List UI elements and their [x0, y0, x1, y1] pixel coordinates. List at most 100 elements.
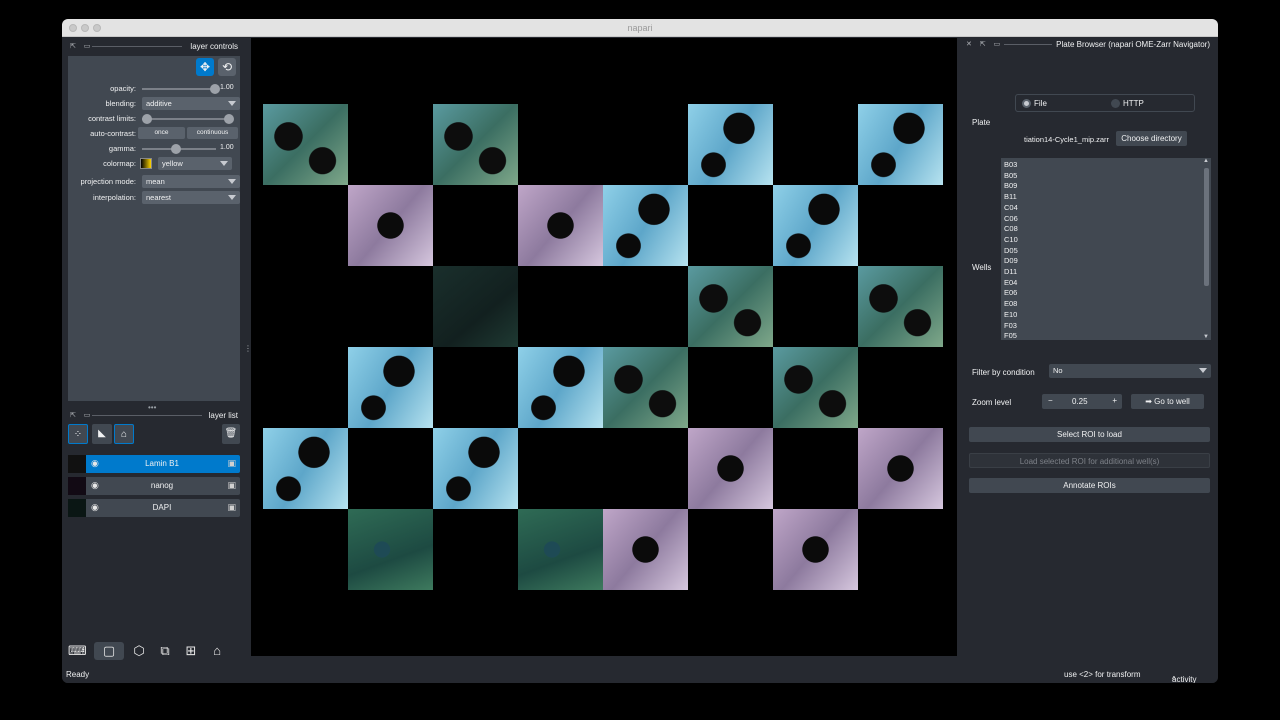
well-image-tile [518, 185, 603, 266]
layer-thumbnail [68, 477, 86, 495]
grid-view-button[interactable]: ⊞ [182, 642, 200, 660]
blending-select[interactable]: additive [142, 97, 240, 110]
opacity-slider[interactable] [142, 84, 220, 94]
wells-scrollbar[interactable]: ▲ ▼ [1203, 158, 1210, 340]
well-image-tile [773, 509, 858, 590]
home-button[interactable]: ⌂ [208, 642, 226, 660]
projection-mode-select[interactable]: mean [142, 175, 240, 188]
layer-item[interactable]: ◉ Lamin B1 ▣ [68, 455, 240, 473]
auto-contrast-continuous-button[interactable]: continuous [187, 127, 238, 139]
well-item[interactable]: F03 [1004, 321, 1017, 330]
zoom-plus-icon[interactable]: + [1112, 396, 1117, 405]
well-item[interactable]: B09 [1004, 181, 1017, 190]
well-item[interactable]: E08 [1004, 299, 1017, 308]
well-image-tile [263, 104, 348, 185]
dock-float-icon[interactable]: ⇱ ▭ [70, 42, 93, 50]
contrast-limits-label: contrast limits: [88, 114, 136, 123]
square-2d-icon: ▢ [102, 643, 116, 658]
well-item[interactable]: E06 [1004, 288, 1017, 297]
auto-contrast-once-button[interactable]: once [138, 127, 185, 139]
dock-drag-handle[interactable] [92, 415, 202, 416]
dock-float-icon[interactable]: ⇱ ▭ [70, 411, 93, 419]
scroll-down-icon[interactable]: ▼ [1203, 334, 1209, 340]
well-item[interactable]: F05 [1004, 331, 1017, 340]
visibility-eye-icon[interactable]: ◉ [91, 458, 99, 469]
well-item[interactable]: D05 [1004, 246, 1018, 255]
annotate-rois-button[interactable]: Annotate ROIs [969, 478, 1210, 493]
new-points-layer-button[interactable]: ⁘ [68, 424, 88, 444]
well-item[interactable]: B11 [1004, 192, 1017, 201]
select-roi-button[interactable]: Select ROI to load [969, 427, 1210, 442]
gamma-slider-handle[interactable] [171, 144, 181, 154]
well-item[interactable]: D11 [1004, 267, 1017, 276]
roll-dims-button[interactable]: ⬡ [130, 642, 148, 660]
well-item[interactable]: E10 [1004, 310, 1017, 319]
load-selected-roi-button[interactable]: Load selected ROI for additional well(s) [969, 453, 1210, 468]
zoom-spinbox[interactable]: − 0.25 + [1042, 394, 1122, 409]
layer-list-title: layer list [208, 411, 238, 420]
tag-icon: ⌂ [120, 429, 128, 440]
http-radio[interactable] [1111, 99, 1120, 108]
gamma-slider[interactable] [142, 144, 216, 154]
console-button[interactable]: ⌨ [68, 642, 87, 660]
well-item[interactable]: E04 [1004, 278, 1017, 287]
opacity-slider-handle[interactable] [210, 84, 220, 94]
choose-directory-button[interactable]: Choose directory [1116, 131, 1187, 146]
layer-item[interactable]: ◉ DAPI ▣ [68, 499, 240, 517]
new-labels-layer-button[interactable]: ⌂ [114, 424, 134, 444]
well-image-tile [348, 185, 433, 266]
well-item[interactable]: B05 [1004, 171, 1017, 180]
dock-drag-handle[interactable] [92, 46, 182, 47]
well-item[interactable]: B03 [1004, 160, 1017, 169]
layer-name: Lamin B1 [145, 459, 179, 468]
contrast-low-handle[interactable] [142, 114, 152, 124]
chevron-down-icon [228, 195, 236, 200]
image-canvas[interactable] [251, 38, 957, 656]
layer-item[interactable]: ◉ nanog ▣ [68, 477, 240, 495]
well-image-tile [858, 104, 943, 185]
window-title: napari [627, 23, 653, 33]
image-layer-icon: ▣ [227, 502, 236, 512]
plate-path-field[interactable]: tiation14-Cycle1_mip.zarr [1024, 135, 1109, 144]
visibility-eye-icon[interactable]: ◉ [91, 480, 99, 491]
zoom-minus-icon[interactable]: − [1048, 396, 1053, 405]
visibility-eye-icon[interactable]: ◉ [91, 502, 99, 513]
status-text: Ready [66, 670, 90, 679]
well-item[interactable]: D09 [1004, 256, 1018, 265]
left-dock: ⇱ ▭ layer controls ✥ ⟲ opacity: 1.00 ble… [62, 37, 250, 665]
go-to-well-button[interactable]: ➡ Go to well [1131, 394, 1204, 409]
dock-drag-handle[interactable] [1004, 44, 1052, 45]
layer-name: DAPI [152, 503, 172, 512]
contrast-limits-slider[interactable] [142, 114, 234, 124]
scroll-up-icon[interactable]: ▲ [1203, 158, 1209, 164]
well-image-tile [348, 347, 433, 428]
dock-close-icon[interactable]: ✕ ⇱ ▭ [966, 40, 1003, 48]
well-image-tile [773, 185, 858, 266]
well-item[interactable]: C10 [1004, 235, 1018, 244]
well-image-tile [603, 509, 688, 590]
grid-icon: ⊞ [185, 643, 197, 658]
new-shapes-layer-button[interactable]: ◣ [92, 424, 112, 444]
contrast-high-handle[interactable] [224, 114, 234, 124]
colormap-row: colormap: yellow [68, 157, 240, 171]
well-item[interactable]: C06 [1004, 214, 1018, 223]
delete-layer-button[interactable]: 🗑 [222, 424, 240, 444]
wells-scrollbar-thumb[interactable] [1204, 168, 1209, 286]
interpolation-select[interactable]: nearest [142, 191, 240, 204]
colormap-select[interactable]: yellow [158, 157, 232, 170]
transpose-button[interactable]: ⧉ [156, 642, 174, 660]
file-radio[interactable] [1022, 99, 1031, 108]
well-image-tile [263, 428, 348, 509]
chevron-down-icon [228, 101, 236, 106]
well-item[interactable]: C08 [1004, 224, 1018, 233]
auto-contrast-label: auto-contrast: [90, 129, 136, 138]
wells-list[interactable]: ▲ ▼ B03 B05 B09 B11 C04 C06 C08 C10 D05 D09 D11 E04… [1001, 158, 1211, 340]
source-radio-group: File HTTP [1015, 94, 1195, 112]
filter-select[interactable]: No [1049, 364, 1211, 378]
viewer-buttons: ⌨ ▢ ⬡ ⧉ ⊞ ⌂ [68, 642, 248, 662]
pan-zoom-button[interactable]: ✥ [196, 58, 214, 76]
filter-value: No [1053, 366, 1063, 375]
well-item[interactable]: C04 [1004, 203, 1018, 212]
ndisplay-button[interactable]: ▢ [94, 642, 124, 660]
transform-button[interactable]: ⟲ [218, 58, 236, 76]
